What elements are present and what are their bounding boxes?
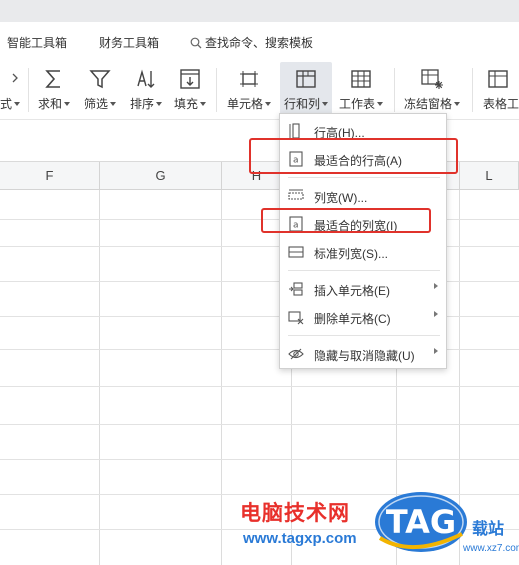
grid-line [0, 459, 519, 460]
ribbon-toolbar: 式 求和 筛选 排序 填充 单元格 行和列 工作表 冻结窗格 表格工 [0, 62, 519, 120]
cell-button[interactable]: 单元格 [222, 62, 276, 118]
highlight-box-row-height [249, 138, 458, 174]
chevron-down-icon [4, 66, 30, 92]
separator [394, 68, 395, 112]
menu-item-label: 隐藏与取消隐藏(U) [314, 349, 415, 363]
menu-tabs-bar: 智能工具箱 财务工具箱 查找命令、搜索模板 [0, 22, 519, 62]
menu-item-column-width[interactable]: 列宽(W)... [280, 184, 446, 208]
filter-button[interactable]: 筛选 [80, 62, 120, 118]
sort-button[interactable]: 排序 [126, 62, 166, 118]
grid-line [0, 386, 519, 387]
menu-item-label: 删除单元格(C) [314, 312, 391, 326]
chevron-right-icon [434, 311, 438, 317]
sort-icon [133, 66, 159, 92]
grid-line [0, 424, 519, 425]
table-tools-label: 表格工 [483, 97, 519, 111]
filter-icon [87, 66, 113, 92]
column-header-l[interactable]: L [460, 162, 519, 190]
sum-button[interactable]: 求和 [34, 62, 74, 118]
watermark-site: www.xz7.com [463, 543, 519, 554]
column-header-f[interactable]: F [0, 162, 100, 190]
title-strip [0, 0, 519, 22]
tab-finance-toolbox[interactable]: 财务工具箱 [99, 34, 159, 51]
eye-hidden-icon [288, 346, 304, 362]
sum-label: 求和 [37, 97, 62, 111]
insert-cell-icon [288, 281, 304, 297]
menu-separator [288, 335, 440, 336]
freeze-label: 冻结窗格 [403, 97, 452, 111]
row-col-icon [293, 66, 319, 92]
column-width-icon [288, 188, 304, 204]
menu-separator [288, 270, 440, 271]
cell-label: 单元格 [226, 97, 263, 111]
tab-smart-toolbox[interactable]: 智能工具箱 [7, 34, 67, 51]
menu-item-delete-cell[interactable]: 删除单元格(C) [280, 305, 446, 329]
watermark-side: 载站 [472, 521, 505, 538]
freeze-icon [419, 66, 445, 92]
row-col-label: 行和列 [283, 97, 320, 111]
separator [216, 68, 217, 112]
column-header-g[interactable]: G [100, 162, 222, 190]
row-height-icon [288, 123, 304, 139]
filter-label: 筛选 [83, 97, 108, 111]
freeze-panes-button[interactable]: 冻结窗格 [400, 62, 464, 118]
svg-text:TAG: TAG [386, 503, 456, 541]
worksheet-label: 工作表 [338, 97, 375, 111]
standard-width-icon [288, 244, 304, 260]
sort-label: 排序 [129, 97, 154, 111]
fill-button[interactable]: 填充 [170, 62, 210, 118]
separator [472, 68, 473, 112]
delete-cell-icon [288, 309, 304, 325]
chevron-right-icon [434, 283, 438, 289]
partial-button[interactable]: 式 [0, 62, 22, 118]
search-label: 查找命令、搜索模板 [205, 36, 314, 50]
table-tools-button[interactable]: 表格工 [480, 62, 519, 118]
tag-logo: TAG [372, 486, 470, 556]
sum-icon [41, 66, 67, 92]
table-tools-icon [485, 66, 511, 92]
fill-icon [177, 66, 203, 92]
cell-icon [236, 66, 262, 92]
menu-item-standard-column-width[interactable]: 标准列宽(S)... [280, 240, 446, 264]
fill-label: 填充 [173, 97, 198, 111]
partial-label: 式 [0, 97, 13, 111]
row-col-button[interactable]: 行和列 [280, 62, 332, 118]
separator [28, 68, 29, 112]
menu-separator [288, 177, 440, 178]
worksheet-button[interactable]: 工作表 [336, 62, 386, 118]
worksheet-icon [348, 66, 374, 92]
menu-item-hide-unhide[interactable]: 隐藏与取消隐藏(U) [280, 342, 446, 366]
menu-item-insert-cell[interactable]: 插入单元格(E) [280, 277, 446, 301]
watermark-url: www.tagxp.com [243, 530, 357, 547]
command-search[interactable]: 查找命令、搜索模板 [190, 34, 313, 51]
watermark-title: 电脑技术网 [240, 501, 350, 525]
chevron-right-icon [434, 348, 438, 354]
menu-item-label: 插入单元格(E) [314, 284, 390, 298]
menu-item-label: 标准列宽(S)... [314, 247, 388, 261]
menu-item-label: 列宽(W)... [314, 191, 368, 205]
search-icon [190, 37, 202, 48]
highlight-box-column-width [261, 208, 431, 233]
